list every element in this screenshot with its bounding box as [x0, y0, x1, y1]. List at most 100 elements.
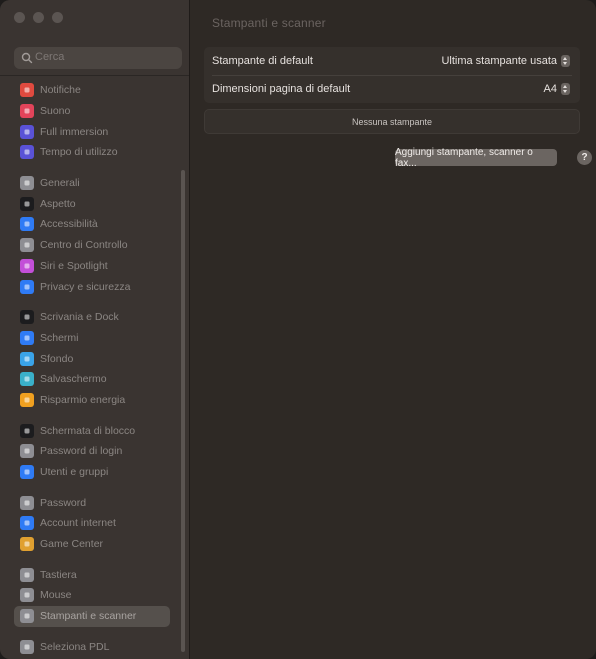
sidebar-item-label: Centro di Controllo — [40, 239, 128, 252]
speaker-icon — [20, 104, 34, 119]
sidebar-item-label: Aspetto — [40, 197, 76, 210]
sidebar-divider — [0, 75, 189, 76]
bell-icon — [20, 83, 34, 98]
chevron-updown-icon — [561, 55, 570, 67]
main-pane: Stampanti e scanner Stampante di default… — [190, 0, 596, 659]
users-icon — [20, 465, 34, 480]
at-icon — [20, 516, 34, 531]
sidebar-item-moon[interactable]: Full immersion — [0, 121, 189, 142]
sidebar-item-accessibility[interactable]: Accessibilità — [0, 214, 189, 235]
pdl-icon — [20, 639, 34, 654]
sidebar-item-printer[interactable]: Stampanti e scanner — [14, 605, 170, 627]
control-center-icon — [20, 238, 34, 253]
printer-icon — [20, 609, 34, 624]
wallpaper-icon — [20, 351, 34, 366]
default-paper-size-row: Dimensioni pagina di default A4 — [204, 75, 580, 103]
moon-icon — [20, 124, 34, 139]
mouse-icon — [20, 588, 34, 603]
search-icon — [21, 52, 33, 64]
sidebar-item-bell[interactable]: Notifiche — [0, 80, 189, 101]
sidebar-item-label: Tastiera — [40, 568, 77, 581]
sidebar-item-label: Siri e Spotlight — [40, 259, 108, 272]
default-printer-label: Stampante di default — [212, 55, 313, 67]
lock-icon — [20, 423, 34, 438]
settings-window: Cerca Notifiche Suono Full immersion Tempo … — [0, 0, 596, 659]
battery-icon — [20, 392, 34, 407]
sidebar-item-label: Schermata di blocco — [40, 424, 136, 437]
sidebar: Cerca Notifiche Suono Full immersion Tempo … — [0, 0, 190, 659]
defaults-card: Stampante di default Ultima stampante us… — [204, 47, 580, 103]
sidebar-item-label: Generali — [40, 177, 80, 190]
dock-icon — [20, 310, 34, 325]
sidebar-item-at[interactable]: Account internet — [0, 513, 189, 534]
sidebar-item-users[interactable]: Utenti e gruppi — [0, 462, 189, 483]
sidebar-item-keyboard[interactable]: Tastiera — [0, 564, 189, 585]
sidebar-item-label: Schermi — [40, 331, 79, 344]
sidebar-item-lock[interactable]: Schermata di blocco — [0, 420, 189, 441]
sidebar-item-label: Account internet — [40, 517, 116, 530]
printer-list-empty: Nessuna stampante — [204, 109, 580, 134]
close-button[interactable] — [14, 12, 25, 23]
default-printer-value: Ultima stampante usata — [441, 55, 557, 67]
sidebar-item-control-center[interactable]: Centro di Controllo — [0, 235, 189, 256]
default-paper-size-label: Dimensioni pagina di default — [212, 83, 351, 95]
accessibility-icon — [20, 217, 34, 232]
chevron-updown-icon — [561, 83, 570, 95]
zoom-button[interactable] — [52, 12, 63, 23]
search-input[interactable]: Cerca — [14, 47, 182, 69]
sidebar-item-label: Password — [40, 496, 87, 509]
display-icon — [20, 330, 34, 345]
sidebar-item-display[interactable]: Schermi — [0, 328, 189, 349]
sidebar-item-label: Suono — [40, 105, 71, 118]
add-printer-button[interactable]: Aggiungi stampante, scanner o fax... — [395, 147, 557, 169]
sidebar-item-label: Game Center — [40, 538, 104, 551]
siri-icon — [20, 258, 34, 273]
sidebar-nav: Notifiche Suono Full immersion Tempo di uti… — [0, 80, 189, 657]
sidebar-item-label: Utenti e gruppi — [40, 466, 109, 479]
sidebar-item-gear[interactable]: Generali — [0, 173, 189, 194]
screensaver-icon — [20, 372, 34, 387]
sidebar-item-battery[interactable]: Risparmio energia — [0, 390, 189, 411]
default-paper-size-value: A4 — [543, 83, 557, 95]
sidebar-item-mouse[interactable]: Mouse — [0, 585, 189, 606]
sidebar-item-label: Scrivania e Dock — [40, 311, 119, 324]
sidebar-item-label: Full immersion — [40, 125, 109, 138]
sidebar-item-screensaver[interactable]: Salvaschermo — [0, 369, 189, 390]
sidebar-item-label: Risparmio energia — [40, 393, 126, 406]
keyboard-icon — [20, 567, 34, 582]
sidebar-item-label: Tempo di utilizzo — [40, 146, 118, 159]
sidebar-item-hourglass[interactable]: Tempo di utilizzo — [0, 142, 189, 163]
default-paper-size-select[interactable]: A4 — [544, 83, 570, 95]
minimize-button[interactable] — [33, 12, 44, 23]
sidebar-item-siri[interactable]: Siri e Spotlight — [0, 256, 189, 277]
sidebar-item-key[interactable]: Password — [0, 492, 189, 513]
sidebar-item-label: Salvaschermo — [40, 373, 107, 386]
sidebar-item-label: Password di login — [40, 445, 123, 458]
page-title: Stampanti e scanner — [212, 16, 326, 30]
sidebar-item-label: Mouse — [40, 589, 72, 602]
sidebar-item-hand[interactable]: Privacy e sicurezza — [0, 276, 189, 297]
sidebar-item-label: Notifiche — [40, 84, 81, 97]
game-center-icon — [20, 537, 34, 552]
gear-icon — [20, 176, 34, 191]
hand-icon — [20, 279, 34, 294]
sidebar-item-login-password[interactable]: Password di login — [0, 441, 189, 462]
sidebar-item-label: Sfondo — [40, 352, 74, 365]
help-button[interactable]: ? — [577, 150, 592, 165]
sidebar-item-label: Privacy e sicurezza — [40, 280, 131, 293]
sidebar-item-appearance[interactable]: Aspetto — [0, 193, 189, 214]
sidebar-item-speaker[interactable]: Suono — [0, 101, 189, 122]
sidebar-item-pdl[interactable]: Seleziona PDL — [0, 637, 189, 658]
default-printer-select[interactable]: Ultima stampante usata — [441, 55, 570, 67]
sidebar-scrollbar[interactable] — [181, 170, 185, 652]
login-password-icon — [20, 444, 34, 459]
sidebar-item-dock[interactable]: Scrivania e Dock — [0, 307, 189, 328]
sidebar-item-wallpaper[interactable]: Sfondo — [0, 348, 189, 369]
sidebar-item-game-center[interactable]: Game Center — [0, 534, 189, 555]
